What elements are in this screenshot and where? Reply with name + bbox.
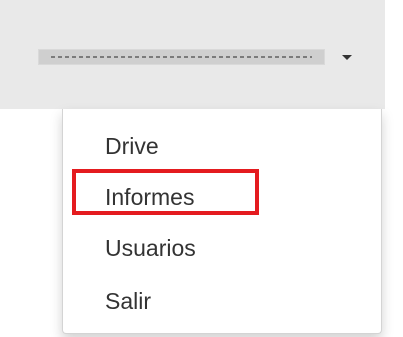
caret-down-icon <box>342 54 352 60</box>
redacted-user-name <box>38 49 325 65</box>
highlight-box <box>72 169 259 215</box>
user-dropdown-menu: Drive Informes Usuarios Salir <box>62 109 382 334</box>
top-navigation-bar <box>0 0 385 109</box>
menu-item-salir[interactable]: Salir <box>105 290 151 313</box>
menu-item-drive[interactable]: Drive <box>105 135 159 158</box>
menu-item-usuarios[interactable]: Usuarios <box>105 237 196 260</box>
user-menu-toggle[interactable] <box>38 43 360 71</box>
